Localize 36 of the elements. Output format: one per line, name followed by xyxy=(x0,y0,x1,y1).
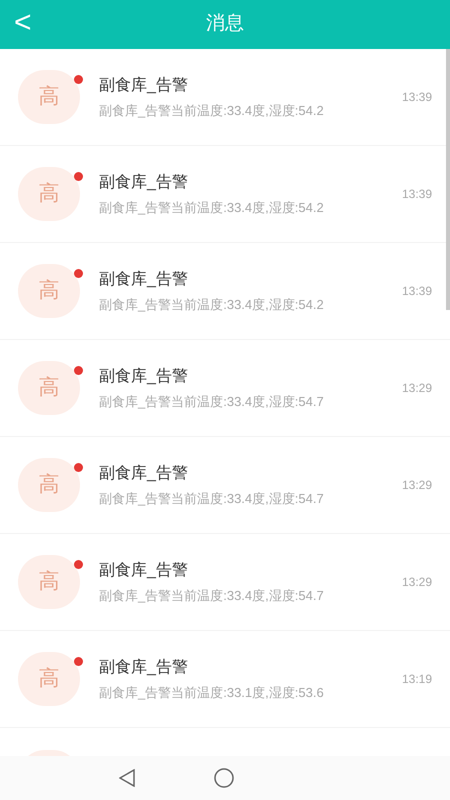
message-time: 13:39 xyxy=(402,186,432,203)
avatar: 高 xyxy=(18,458,80,512)
avatar: 高 xyxy=(18,361,80,415)
message-time: 13:29 xyxy=(402,574,432,591)
message-body: 副食库_告警当前温度:33.4度,湿度:54.7 xyxy=(99,394,325,410)
message-time: 13:29 xyxy=(402,477,432,494)
message-body: 副食库_告警当前温度:33.4度,湿度:54.7 xyxy=(99,588,325,604)
message-item[interactable]: 高 副食库_告警 副食库_告警当前温度:33.4度,湿度:54.7 13:29 xyxy=(0,437,450,534)
message-time: 13:39 xyxy=(402,283,432,300)
message-title: 副食库_告警 xyxy=(99,270,189,290)
message-body: 副食库_告警当前温度:33.4度,湿度:54.2 xyxy=(99,200,325,216)
message-item[interactable]: 高 副食库_告警 副食库_告警当前温度:33.4度,湿度:54.7 13:29 xyxy=(0,340,450,437)
message-item[interactable]: 高 副食库_告警 副食库_告警当前温度:33.4度,湿度:54.7 13:29 xyxy=(0,534,450,631)
message-title: 副食库_告警 xyxy=(99,172,189,192)
avatar: 高 xyxy=(18,70,80,124)
message-title: 副食库_告警 xyxy=(99,366,189,386)
message-title: 副食库_告警 xyxy=(99,464,189,484)
avatar: 高 xyxy=(18,167,80,221)
avatar: 高 xyxy=(18,264,80,318)
message-time: 13:29 xyxy=(402,380,432,397)
message-time: 13:19 xyxy=(402,671,432,688)
message-item[interactable]: 高 副食库_告警 副食库_告警当前温度:33.4度,湿度:54.2 13:39 xyxy=(0,243,450,340)
avatar: 高 xyxy=(18,555,80,609)
home-icon[interactable] xyxy=(214,768,234,788)
message-title: 副食库_告警 xyxy=(99,658,189,678)
message-item[interactable]: 高 副食库_告警 副食库_告警当前温度:33.1度,湿度:53.6 13:19 xyxy=(0,631,450,728)
message-body: 副食库_告警当前温度:33.4度,湿度:54.2 xyxy=(99,102,325,118)
page-title: 消息 xyxy=(206,12,244,36)
message-time: 13:39 xyxy=(402,89,432,106)
message-title: 副食库_告警 xyxy=(99,76,189,96)
back-icon[interactable] xyxy=(119,769,135,787)
message-title: 副食库_告警 xyxy=(99,560,189,580)
message-body: 副食库_告警当前温度:33.4度,湿度:54.7 xyxy=(99,490,325,506)
message-body: 副食库_告警当前温度:33.4度,湿度:54.2 xyxy=(99,296,325,312)
message-body: 副食库_告警当前温度:33.1度,湿度:53.6 xyxy=(99,684,325,700)
avatar: 高 xyxy=(18,652,80,706)
